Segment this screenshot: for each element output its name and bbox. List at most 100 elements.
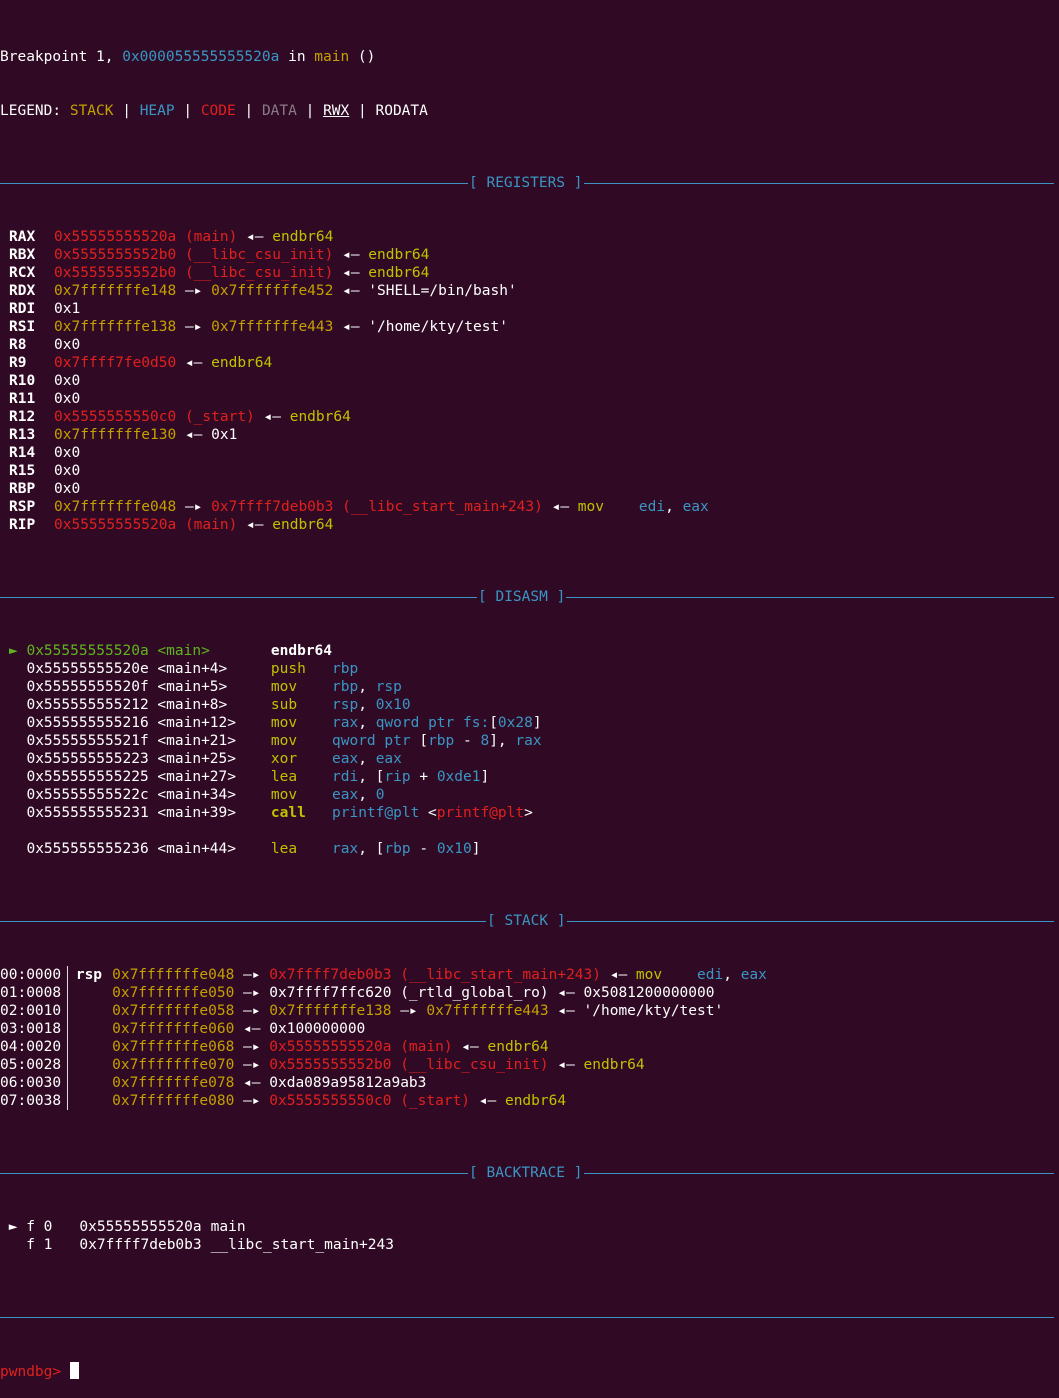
pointer-arrow: ◂— (333, 247, 369, 263)
register-value: 0x1 (54, 301, 81, 317)
instruction-mnemonic: push (270, 661, 333, 677)
register-value: 0x7ffff7fe0d50 (54, 355, 177, 371)
instruction-mnemonic: xor (270, 751, 333, 767)
pointer-arrow: ◂— (333, 283, 369, 299)
instruction-symbol: <main> (148, 643, 271, 659)
stack-offset: 06:0030 (0, 1075, 62, 1091)
register-value: 0x0 (54, 445, 81, 461)
stack-address: 0x7fffffffe048 (112, 967, 235, 983)
register-value: 0x5555555552b0 (54, 265, 177, 281)
instruction-mnemonic: mov (270, 733, 333, 749)
register-row-rdx: RDX 0x7fffffffe148 —▸ 0x7fffffffe452 ◂— '… (0, 282, 1059, 300)
frame-number: f 1 (26, 1237, 53, 1253)
instruction-operand: [ (419, 733, 429, 749)
register-deref: , (665, 499, 683, 515)
stack-divider (67, 966, 68, 984)
stack-deref: ◂— (548, 1057, 584, 1073)
stack-deref: (__libc_csu_init) (391, 1057, 549, 1073)
instruction-address: 0x555555555216 (26, 715, 149, 731)
register-deref: endbr64 (368, 265, 430, 281)
disasm-instruction: 0x55555555522c <main+34> mov eax, 0 (0, 786, 1059, 804)
stack-deref: '/home/kty/test' (583, 1003, 724, 1019)
instruction-address: 0x55555555521f (26, 733, 149, 749)
stack-deref: ◂— (548, 985, 584, 1001)
stack-row: 05:0028 0x7fffffffe070 —▸ 0x5555555552b0 … (0, 1056, 1059, 1074)
stack-deref: ◂— (600, 967, 636, 983)
instruction-operand: , (358, 787, 376, 803)
instruction-operand: - (454, 733, 481, 749)
register-value: 0x55555555520a (54, 517, 177, 533)
stack-section-title: [ STACK ] (486, 912, 567, 930)
register-row-r13: R13 0x7fffffffe130 ◂— 0x1 (0, 426, 1059, 444)
stack-address: 0x7fffffffe068 (112, 1039, 235, 1055)
instruction-operand: + (410, 769, 437, 785)
register-name: RAX (9, 229, 36, 245)
register-deref: '/home/kty/test' (368, 319, 508, 335)
instruction-address: 0x555555555236 (26, 841, 149, 857)
terminal-cursor[interactable] (69, 1362, 79, 1379)
stack-deref: , (723, 967, 741, 983)
terminal-window[interactable]: Breakpoint 1, 0x000055555555520a in main… (0, 0, 1059, 1380)
instruction-symbol: <main+4> (148, 661, 271, 677)
stack-deref: 0x7ffff7deb0b3 (269, 967, 392, 983)
registers-panel: RAX 0x55555555520a (main) ◂— endbr64 RBX 0x… (0, 228, 1059, 534)
stack-deref: —▸ (234, 985, 270, 1001)
instruction-operand: ] (480, 769, 490, 785)
stack-offset: 02:0010 (0, 1003, 62, 1019)
stack-deref: ◂— (452, 1039, 488, 1055)
instruction-symbol: <main+34> (148, 787, 271, 803)
instruction-address: 0x55555555520a (26, 643, 149, 659)
register-value: 0x0 (54, 373, 81, 389)
disasm-instruction: 0x55555555521f <main+21> mov qword ptr [… (0, 732, 1059, 750)
register-name: R9 (9, 355, 27, 371)
instruction-operand: , [ (358, 769, 385, 785)
instruction-symbol: <main+8> (148, 697, 271, 713)
register-row-rip: RIP 0x55555555520a (main) ◂— endbr64 (0, 516, 1059, 534)
frame-marker (0, 1237, 26, 1253)
register-name: RBX (9, 247, 36, 263)
instruction-mnemonic: endbr64 (270, 643, 333, 659)
stack-deref: —▸ (234, 967, 270, 983)
register-row-r14: R14 0x0 (0, 444, 1059, 462)
instruction-operand: printf@plt (436, 805, 525, 821)
instruction-symbol: <main+27> (148, 769, 271, 785)
instruction-operand: rax (332, 715, 359, 731)
register-name: RCX (9, 265, 36, 281)
register-deref: endbr64 (272, 229, 334, 245)
register-name: R8 (9, 337, 27, 353)
instruction-operand: ] (471, 841, 481, 857)
stack-deref: endbr64 (487, 1039, 549, 1055)
register-value: 0x5555555550c0 (54, 409, 177, 425)
register-row-r12: R12 0x5555555550c0 (_start) ◂— endbr64 (0, 408, 1059, 426)
register-name: RBP (9, 481, 36, 497)
current-instruction-arrow-icon: ► (9, 643, 27, 659)
frame-function: __libc_start_main+243 (210, 1237, 394, 1253)
instruction-mnemonic: mov (270, 679, 333, 695)
backtrace-separator: [ BACKTRACE ] (0, 1164, 1059, 1182)
prompt-line[interactable]: pwndbg> (0, 1362, 1059, 1380)
stack-offset: 05:0028 (0, 1057, 62, 1073)
legend-separator: | (113, 103, 140, 119)
frame-address: 0x55555555520a (79, 1219, 202, 1235)
backtrace-frame: ► f 0 0x55555555520a main (0, 1218, 1059, 1236)
legend-line: LEGEND: STACK | HEAP | CODE | DATA | RWX… (0, 102, 1059, 120)
legend-data: DATA (261, 103, 297, 119)
register-name: RIP (9, 517, 36, 533)
instruction-operand: - (410, 841, 437, 857)
instruction-symbol: <main+39> (148, 805, 271, 821)
register-deref: (__libc_start_main+243) (333, 499, 543, 515)
legend-separator: | (296, 103, 324, 119)
instruction-mnemonic: call (270, 805, 333, 821)
pointer-arrow: —▸ (176, 499, 212, 515)
stack-deref: mov (635, 967, 698, 983)
stack-deref: 0x7fffffffe138 (269, 1003, 392, 1019)
register-name: R13 (9, 427, 36, 443)
instruction-operand: eax (332, 751, 359, 767)
stack-divider (67, 984, 68, 1002)
stack-deref: 0x100000000 (269, 1021, 366, 1037)
legend-separator: | (235, 103, 262, 119)
disasm-marker (9, 661, 26, 677)
stack-address: 0x7fffffffe058 (112, 1003, 235, 1019)
disasm-instruction: 0x555555555212 <main+8> sub rsp, 0x10 (0, 696, 1059, 714)
stack-address: 0x7fffffffe050 (112, 985, 235, 1001)
